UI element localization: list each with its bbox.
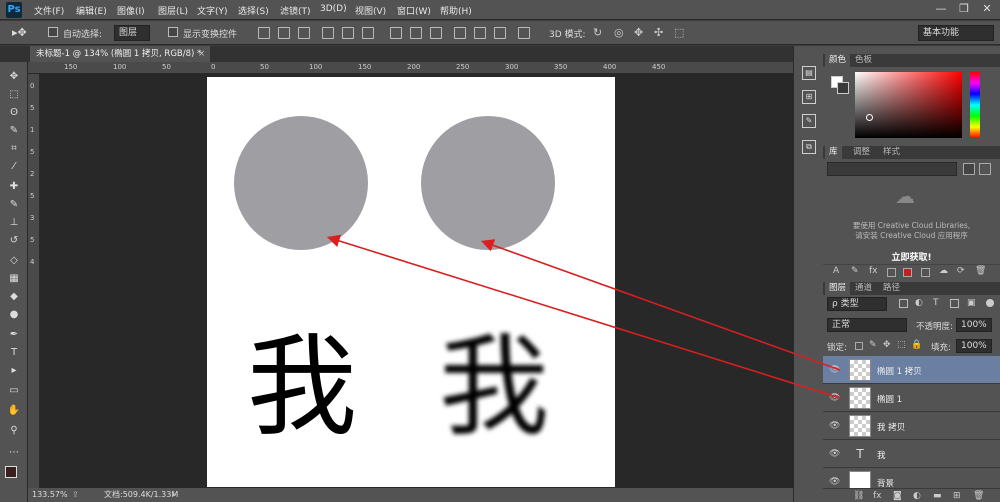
annotation-overlay (326, 234, 841, 399)
arrow-to-ellipse-copy (480, 239, 841, 371)
arrow-to-ellipse (326, 234, 841, 399)
